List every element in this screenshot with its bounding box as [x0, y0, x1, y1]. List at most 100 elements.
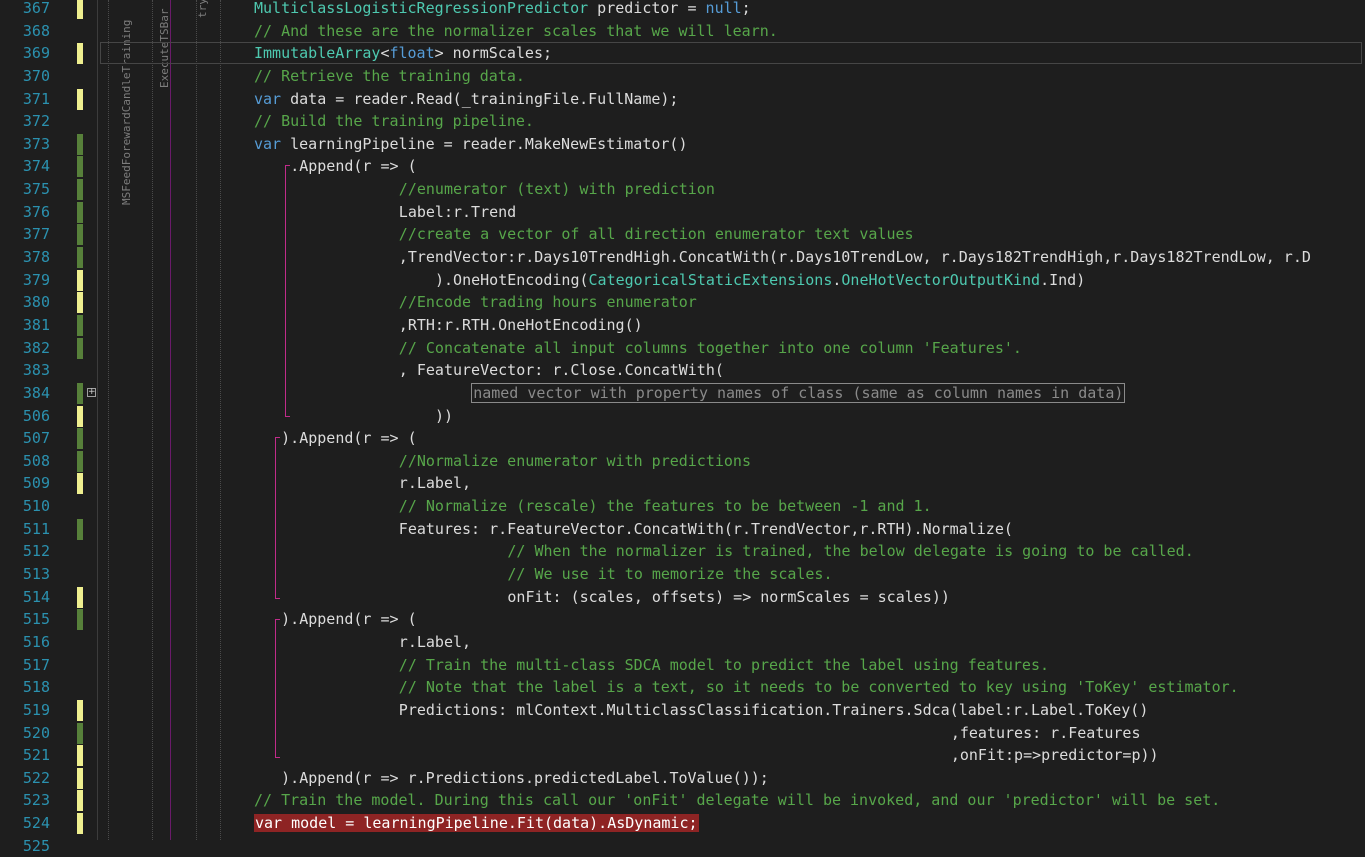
code-line[interactable]: 521 ,onFit:p=>predictor=p)) — [0, 744, 1365, 767]
code-line[interactable]: 512 // When the normalizer is trained, th… — [0, 540, 1365, 563]
code-line[interactable]: 509 r.Label, — [0, 472, 1365, 495]
code-text[interactable]: r.Label, — [399, 631, 471, 654]
change-marker-unsaved — [77, 269, 83, 291]
code-text[interactable]: )) — [435, 405, 453, 428]
change-marker-unsaved — [77, 88, 83, 110]
code-line[interactable]: 374 .Append(r => ( — [0, 155, 1365, 178]
code-text[interactable]: // Retrieve the training data. — [254, 65, 525, 88]
code-comment: // Concatenate all input columns togethe… — [398, 338, 1022, 357]
code-line[interactable]: 368 // And these are the normalizer scale… — [0, 20, 1365, 43]
code-keyword: float — [389, 44, 435, 63]
code-comment: // Train the multi-class SDCA model to p… — [398, 655, 1050, 674]
code-line[interactable]: 371 var data = reader.Read(_trainingFile.… — [0, 88, 1365, 111]
code-text[interactable]: // Train the model. During this call our… — [254, 789, 1220, 812]
code-line[interactable]: 379).OneHotEncoding(CategoricalStaticExt… — [0, 269, 1365, 292]
code-text[interactable]: //Normalize enumerator with predictions — [399, 450, 751, 473]
code-line[interactable]: 507).Append(r => ( — [0, 427, 1365, 450]
code-comment: // Normalize (rescale) the features to b… — [398, 497, 932, 516]
code-line[interactable]: 380 //Encode trading hours enumerator — [0, 291, 1365, 314]
code-text[interactable]: ,onFit:p=>predictor=p)) — [951, 744, 1159, 767]
code-line[interactable]: 506)) — [0, 405, 1365, 428]
code-line[interactable]: 382 // Concatenate all input columns toge… — [0, 337, 1365, 360]
code-line[interactable]: 514 onFit: (scales, offsets) => normScale… — [0, 586, 1365, 609]
code-line[interactable]: 523 // Train the model. During this call … — [0, 789, 1365, 812]
code-text[interactable]: //Encode trading hours enumerator — [399, 291, 697, 314]
code-text[interactable]: onFit: (scales, offsets) => normScales =… — [507, 586, 950, 609]
code-line[interactable]: 376 Label:r.Trend — [0, 201, 1365, 224]
code-text[interactable]: var model = learningPipeline.Fit(data).A… — [254, 812, 699, 835]
code-token: , FeatureVector: r.Close.ConcatWith( — [398, 361, 724, 380]
collapsed-region[interactable]: named vector with property names of clas… — [471, 382, 1126, 403]
code-text[interactable]: r.Label, — [399, 472, 471, 495]
code-line[interactable]: 373 var learningPipeline = reader.MakeNew… — [0, 133, 1365, 156]
code-text[interactable]: Label:r.Trend — [399, 201, 516, 224]
code-comment: //Encode trading hours enumerator — [398, 293, 697, 312]
change-marker-unsaved — [77, 473, 83, 495]
code-line[interactable]: 508 //Normalize enumerator with predictio… — [0, 450, 1365, 473]
code-text[interactable]: ,RTH:r.RTH.OneHotEncoding() — [399, 314, 643, 337]
code-text[interactable]: // And these are the normalizer scales t… — [254, 20, 778, 43]
code-text[interactable]: ,TrendVector:r.Days10TrendHigh.ConcatWit… — [399, 246, 1311, 269]
code-line[interactable]: 369 ImmutableArray<float> normScales; — [0, 42, 1365, 65]
code-line[interactable]: 520 ,features: r.Features — [0, 722, 1365, 745]
code-line[interactable]: 370 // Retrieve the training data. — [0, 65, 1365, 88]
code-editor[interactable]: 367 MulticlassLogisticRegressionPredictor… — [0, 0, 1365, 857]
code-text[interactable]: , FeatureVector: r.Close.ConcatWith( — [399, 359, 724, 382]
change-marker-unsaved — [77, 405, 83, 427]
code-line[interactable]: 518 // Note that the label is a text, so … — [0, 676, 1365, 699]
code-line[interactable]: 517 // Train the multi-class SDCA model t… — [0, 654, 1365, 677]
code-text[interactable]: // Train the multi-class SDCA model to p… — [399, 654, 1049, 677]
code-token: data = reader.Read(_trainingFile.FullNam… — [281, 89, 679, 108]
code-line[interactable]: 383 , FeatureVector: r.Close.ConcatWith( — [0, 359, 1365, 382]
code-line[interactable]: 511 Features: r.FeatureVector.ConcatWith(… — [0, 518, 1365, 541]
breakpoint-line: var model = learningPipeline.Fit(data).A… — [254, 814, 699, 833]
code-line[interactable]: 367 MulticlassLogisticRegressionPredictor… — [0, 0, 1365, 20]
change-marker-saved — [77, 224, 83, 246]
code-text[interactable]: MulticlassLogisticRegressionPredictor pr… — [254, 0, 751, 20]
code-text[interactable]: Features: r.FeatureVector.ConcatWith(r.T… — [399, 518, 1013, 541]
code-line[interactable]: 381 ,RTH:r.RTH.OneHotEncoding() — [0, 314, 1365, 337]
code-text[interactable]: //create a vector of all direction enume… — [399, 223, 914, 246]
code-line[interactable]: 510 // Normalize (rescale) the features t… — [0, 495, 1365, 518]
code-text[interactable]: ,features: r.Features — [951, 722, 1141, 745]
code-line[interactable]: 515).Append(r => ( — [0, 608, 1365, 631]
code-line[interactable]: 375 //enumerator (text) with prediction — [0, 178, 1365, 201]
code-line[interactable]: 377 //create a vector of all direction en… — [0, 223, 1365, 246]
line-number: 517 — [22, 655, 50, 674]
code-text[interactable]: // Build the training pipeline. — [254, 110, 534, 133]
code-token: > normScales; — [434, 44, 553, 63]
line-number: 370 — [22, 66, 50, 85]
code-line[interactable]: 516 r.Label, — [0, 631, 1365, 654]
code-text[interactable]: ).Append(r => ( — [281, 427, 416, 450]
code-line[interactable]: 513 // We use it to memorize the scales. — [0, 563, 1365, 586]
code-text[interactable]: .Append(r => ( — [290, 155, 416, 178]
code-text[interactable]: var data = reader.Read(_trainingFile.Ful… — [254, 88, 678, 111]
code-text[interactable]: ).OneHotEncoding(CategoricalStaticExtens… — [435, 269, 1085, 292]
code-line[interactable]: 524 var model = learningPipeline.Fit(data… — [0, 812, 1365, 835]
code-token: r.Label, — [398, 474, 472, 493]
line-number: 380 — [22, 293, 50, 312]
code-text[interactable]: // Concatenate all input columns togethe… — [399, 337, 1022, 360]
code-line[interactable]: 378 ,TrendVector:r.Days10TrendHigh.Concat… — [0, 246, 1365, 269]
code-line[interactable]: 384 named vector with property names of c… — [0, 382, 1365, 405]
code-text[interactable]: // We use it to memorize the scales. — [507, 563, 832, 586]
code-line[interactable]: 525 — [0, 835, 1365, 857]
code-text[interactable]: // Normalize (rescale) the features to b… — [399, 495, 932, 518]
code-line[interactable]: 522).Append(r => r.Predictions.predicted… — [0, 767, 1365, 790]
code-text[interactable]: // Note that the label is a text, so it … — [399, 676, 1239, 699]
code-line[interactable]: 372 // Build the training pipeline. — [0, 110, 1365, 133]
code-text[interactable]: //enumerator (text) with prediction — [399, 178, 715, 201]
code-comment: // When the normalizer is trained, the b… — [507, 542, 1194, 561]
code-text[interactable]: ).Append(r => r.Predictions.predictedLab… — [281, 767, 769, 790]
code-text[interactable]: ).Append(r => ( — [281, 608, 416, 631]
code-text[interactable]: named vector with property names of clas… — [471, 382, 1126, 405]
code-text[interactable]: ImmutableArray<float> normScales; — [254, 42, 552, 65]
line-number: 513 — [22, 565, 50, 584]
code-text[interactable]: var learningPipeline = reader.MakeNewEst… — [254, 133, 687, 156]
code-token: ,TrendVector:r.Days10TrendHigh.ConcatWit… — [398, 248, 1311, 267]
line-number: 514 — [22, 587, 50, 606]
change-marker-unsaved — [77, 767, 83, 789]
code-line[interactable]: 519 Predictions: mlContext.MulticlassClas… — [0, 699, 1365, 722]
code-text[interactable]: // When the normalizer is trained, the b… — [507, 540, 1193, 563]
code-text[interactable]: Predictions: mlContext.MulticlassClassif… — [399, 699, 1149, 722]
